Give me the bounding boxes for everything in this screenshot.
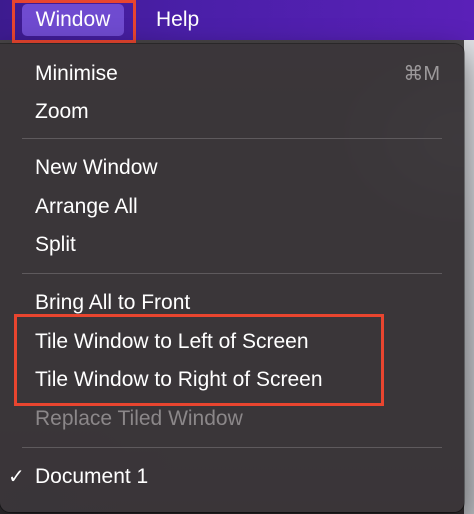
menu-separator xyxy=(22,273,442,274)
menubar-item-label: Help xyxy=(156,8,200,31)
menu-separator xyxy=(22,447,442,448)
shortcut-label: ⌘M xyxy=(403,63,440,85)
menu-item-label: New Window xyxy=(35,156,158,179)
menu-item-zoom[interactable]: Zoom xyxy=(0,94,464,130)
menu-item-label: Arrange All xyxy=(35,195,138,218)
window-menu-dropdown: Minimise ⌘M Zoom New Window Arrange All … xyxy=(0,44,464,512)
menu-item-label: Document 1 xyxy=(35,465,149,488)
menu-item-bring-all-to-front[interactable]: Bring All to Front xyxy=(0,285,464,321)
menu-item-arrange-all[interactable]: Arrange All xyxy=(0,189,464,225)
menubar-item-label: Window xyxy=(35,8,111,31)
menu-separator xyxy=(22,138,442,139)
menu-item-label: Bring All to Front xyxy=(35,291,191,314)
checkmark-icon: ✓ xyxy=(8,466,25,488)
menu-item-tile-right[interactable]: Tile Window to Right of Screen xyxy=(0,362,464,398)
menu-bar: Window Help xyxy=(0,0,474,40)
menu-item-label: Zoom xyxy=(35,100,89,123)
menu-item-tile-left[interactable]: Tile Window to Left of Screen xyxy=(0,324,464,360)
menu-item-label: Tile Window to Right of Screen xyxy=(35,368,323,391)
menu-item-split[interactable]: Split xyxy=(0,227,464,263)
menu-item-label: Split xyxy=(35,233,76,256)
menubar-item-window[interactable]: Window xyxy=(22,4,124,36)
menu-item-label: Replace Tiled Window xyxy=(35,407,243,430)
menu-item-label: Minimise xyxy=(35,62,118,85)
menu-item-document-1[interactable]: ✓ Document 1 xyxy=(0,459,464,495)
menu-item-new-window[interactable]: New Window xyxy=(0,150,464,186)
background-window-edge xyxy=(464,40,474,514)
menu-item-replace-tiled-window: Replace Tiled Window xyxy=(0,401,464,437)
menu-item-minimise[interactable]: Minimise ⌘M xyxy=(0,56,464,92)
menu-item-label: Tile Window to Left of Screen xyxy=(35,330,309,353)
menubar-item-help[interactable]: Help xyxy=(146,4,209,36)
